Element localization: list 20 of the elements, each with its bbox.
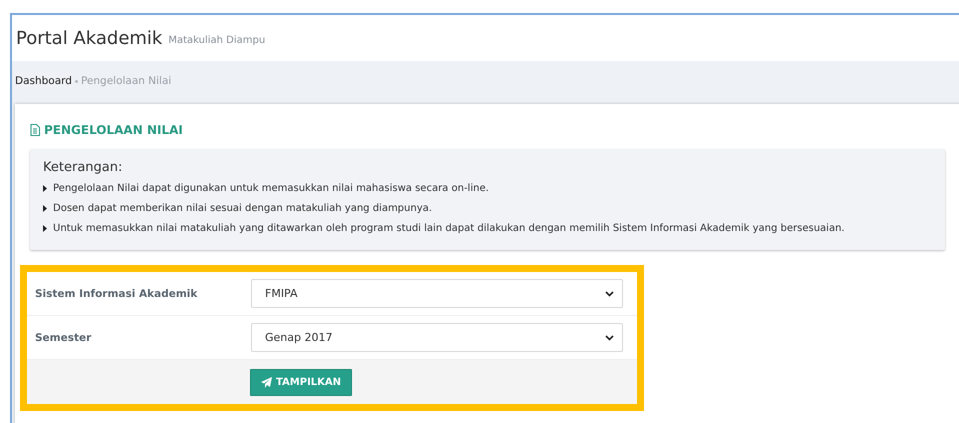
breadcrumb-link[interactable]: Dashboard xyxy=(15,75,72,87)
select-field[interactable]: Genap 2017 xyxy=(251,323,623,352)
info-item: Dosen dapat memberikan nilai sesuai dengan matakuliah yang diampunya. xyxy=(53,202,432,214)
breadcrumb-current: Pengelolaan Nilai xyxy=(80,75,172,87)
info-item: Untuk memasukkan nilai matakuliah yang ditawarkan oleh program studi lain dapat dilakukan dengan memilih Sistem Informasi Akademik yang bersesuaian. xyxy=(53,222,845,234)
field-label: Sistem Informasi Akademik xyxy=(35,288,198,300)
bullet-icon xyxy=(43,224,47,232)
page-title: Portal Akademik xyxy=(16,28,162,48)
field-label: Semester xyxy=(35,332,92,344)
info-item: Pengelolaan Nilai dapat digunakan untuk memasukkan nilai mahasiswa secara on-line. xyxy=(53,182,489,194)
bullet-icon xyxy=(43,204,47,212)
chevron-down-icon xyxy=(605,290,614,296)
bullet-icon xyxy=(43,184,47,192)
document-icon xyxy=(30,124,40,136)
send-icon xyxy=(261,376,272,388)
chevron-down-icon xyxy=(605,334,614,340)
page-subtitle: Matakuliah Diampu xyxy=(168,34,266,46)
section-title: PENGELOLAAN NILAI xyxy=(44,123,183,137)
select-field[interactable]: FMIPA xyxy=(251,279,623,308)
info-heading: Keterangan: xyxy=(43,160,122,175)
